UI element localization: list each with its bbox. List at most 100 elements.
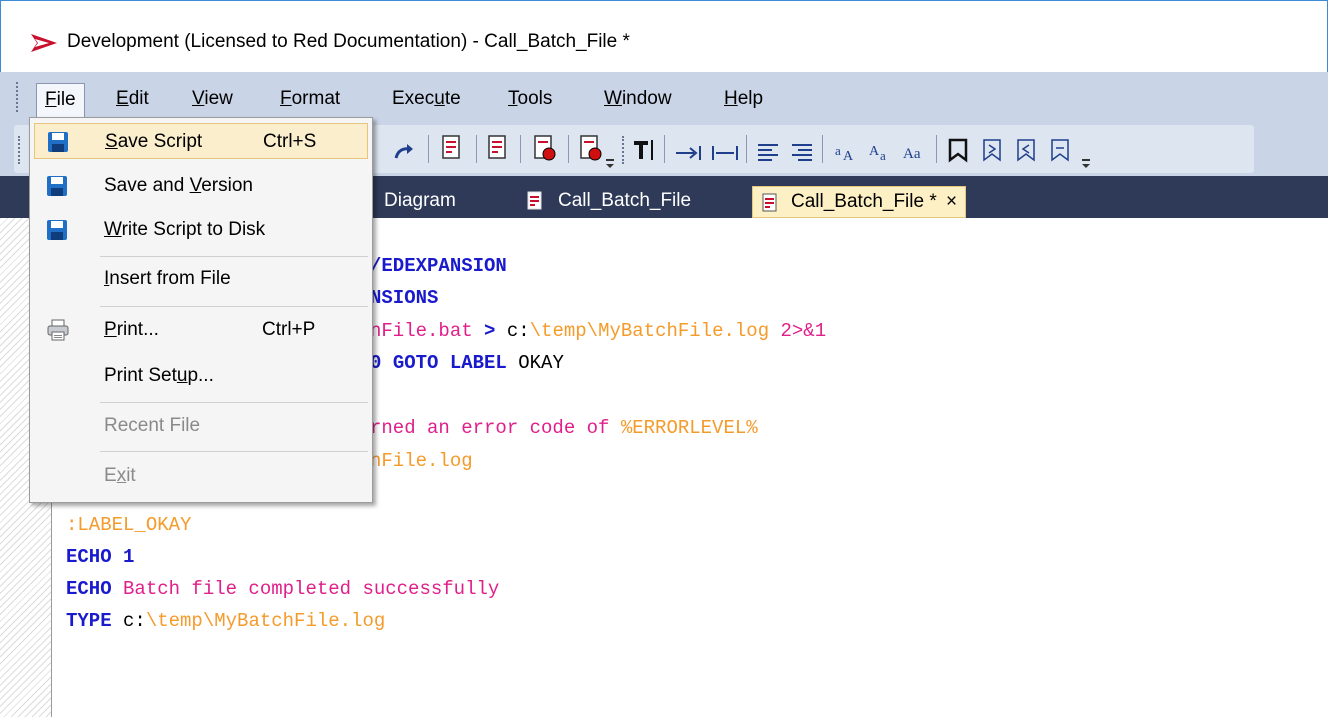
code-keyword: /EDEXPANSION <box>370 255 507 277</box>
code-path: \temp\MyBatchFile.log <box>145 610 386 632</box>
code-keyword: TYPE <box>66 610 124 632</box>
indent-icon[interactable] <box>674 139 704 167</box>
save-icon <box>47 220 67 240</box>
chevron-down-icon[interactable] <box>1082 150 1090 178</box>
menu-item-exit: Exit <box>34 458 368 494</box>
code-line-2: NSIONS <box>370 287 438 309</box>
code-keyword: ECHO <box>66 546 124 568</box>
menu-tools[interactable]: Tools <box>500 83 560 119</box>
toolbar-separator <box>822 135 823 163</box>
menu-execute[interactable]: Execute <box>384 83 469 119</box>
save-and-version-key: V <box>189 175 202 196</box>
file-menu-dropdown: Save Script Ctrl+S Save and Version Writ… <box>29 117 373 503</box>
code-keyword: ECHO <box>66 578 124 600</box>
menu-file-label: ile <box>56 89 76 110</box>
code-line-9: ECHO Batch file completed successfully <box>66 578 499 600</box>
menu-item-insert-from-file[interactable]: Insert from File <box>34 261 368 297</box>
menu-separator <box>100 256 368 257</box>
script-icon <box>762 193 777 212</box>
menu-file[interactable]: File <box>36 83 85 119</box>
bookmark-icon[interactable] <box>946 136 970 164</box>
save-icon <box>48 132 68 152</box>
code-text: rned an error code of <box>370 417 621 439</box>
bookmark-prev-icon[interactable] <box>1014 136 1038 164</box>
menu-execute-key: u <box>434 88 445 109</box>
menu-edit-key: E <box>116 88 129 109</box>
uppercase-icon[interactable]: Aa <box>868 138 894 166</box>
title-bar: Development (Licensed to Red Documentati… <box>0 0 1328 72</box>
comment-lines-icon[interactable] <box>756 138 780 166</box>
menu-item-write-script-to-disk[interactable]: Write Script to Disk <box>34 212 368 248</box>
text-cursor-icon[interactable] <box>632 136 658 164</box>
uncomment-lines-icon[interactable] <box>790 138 814 166</box>
close-icon[interactable]: × <box>946 191 957 212</box>
tab-diagram[interactable]: Diagram <box>384 186 456 218</box>
exit-label: Exit <box>104 465 136 487</box>
code-label: :LABEL_OKAY <box>66 514 192 536</box>
code-plain: OKAY <box>506 352 564 374</box>
tab-diagram-label: Diagram <box>384 190 456 211</box>
insert-from-file-label: Insert from File <box>104 268 231 290</box>
exit-key: x <box>116 465 127 486</box>
lowercase-icon[interactable]: aA <box>834 138 860 166</box>
toolbar-grip[interactable] <box>18 136 22 164</box>
menu-help[interactable]: Help <box>716 83 771 119</box>
toolbar-grip-2[interactable] <box>622 136 626 164</box>
bookmark-clear-icon[interactable] <box>1048 136 1072 164</box>
app-logo-icon <box>31 34 57 52</box>
menu-view-key: V <box>192 88 205 109</box>
redo-icon[interactable] <box>392 138 416 166</box>
save-script-key: S <box>105 131 118 152</box>
menu-item-save-and-version[interactable]: Save and Version <box>34 168 368 204</box>
script-icon <box>527 191 542 210</box>
code-drive: c: <box>506 320 530 342</box>
code-line-5: rned an error code of %ERRORLEVEL% <box>370 417 758 439</box>
recent-file-label: Recent File <box>104 415 201 436</box>
svg-text:a: a <box>835 143 841 158</box>
toolbar-separator <box>428 135 429 163</box>
menu-item-save-script[interactable]: Save Script Ctrl+S <box>34 123 368 159</box>
menu-item-print-setup[interactable]: Print Setup... <box>34 358 368 394</box>
menu-view[interactable]: View <box>184 83 241 119</box>
menu-edit-label: dit <box>128 88 149 109</box>
toolbar-separator <box>936 135 937 163</box>
print-setup-pre: Print Set <box>104 365 177 386</box>
run-script-icon[interactable] <box>532 134 558 162</box>
code-path: \temp\MyBatchFile.log <box>529 320 781 342</box>
code-keyword: GOTO LABEL <box>392 352 507 374</box>
menubar-grip[interactable] <box>16 82 20 112</box>
code-line-10: TYPE c:\temp\MyBatchFile.log <box>66 610 385 632</box>
code-redirect: 2>&1 <box>780 320 827 342</box>
code-number: 0 <box>370 352 393 374</box>
menu-execute-label: te <box>444 88 461 109</box>
script-properties-icon[interactable] <box>440 134 464 162</box>
svg-text:a: a <box>880 148 886 163</box>
code-line-7: :LABEL_OKAY <box>66 514 191 536</box>
code-line-8: ECHO 1 <box>66 546 134 568</box>
code-drive: c: <box>123 610 146 632</box>
menu-format[interactable]: Format <box>272 83 348 119</box>
code-line-3: nFile.bat > c:\temp\MyBatchFile.log 2>&1 <box>370 320 826 342</box>
toolbar-separator <box>476 135 477 163</box>
chevron-down-icon[interactable] <box>606 150 614 178</box>
menu-window-label: indow <box>621 88 672 109</box>
menu-item-print[interactable]: Print... Ctrl+P <box>34 312 368 348</box>
menu-edit[interactable]: Edit <box>108 83 157 119</box>
tab-call-batch-file-modified[interactable]: Call_Batch_File * × <box>752 186 967 218</box>
menu-window[interactable]: Window <box>596 83 680 119</box>
code-number: 1 <box>123 546 135 568</box>
tab-call-batch-file[interactable]: Call_Batch_File <box>522 186 691 218</box>
change-case-icon[interactable]: Aa <box>902 138 930 166</box>
bookmark-next-icon[interactable] <box>980 136 1004 164</box>
menu-format-label: ormat <box>291 88 341 109</box>
script-icon[interactable] <box>486 134 510 162</box>
run-script-dropdown-icon[interactable] <box>578 134 604 162</box>
outdent-icon[interactable] <box>710 139 740 167</box>
code-line-1: /EDEXPANSION <box>370 255 507 277</box>
tab-call-batch-file-label: Call_Batch_File <box>558 190 692 211</box>
write-script-label: Write Script to Disk <box>104 219 265 241</box>
print-setup-text: p... <box>187 365 214 386</box>
menu-separator <box>100 451 368 452</box>
toolbar-separator <box>746 135 747 163</box>
tab-active-label: Call_Batch_File * <box>791 191 937 212</box>
